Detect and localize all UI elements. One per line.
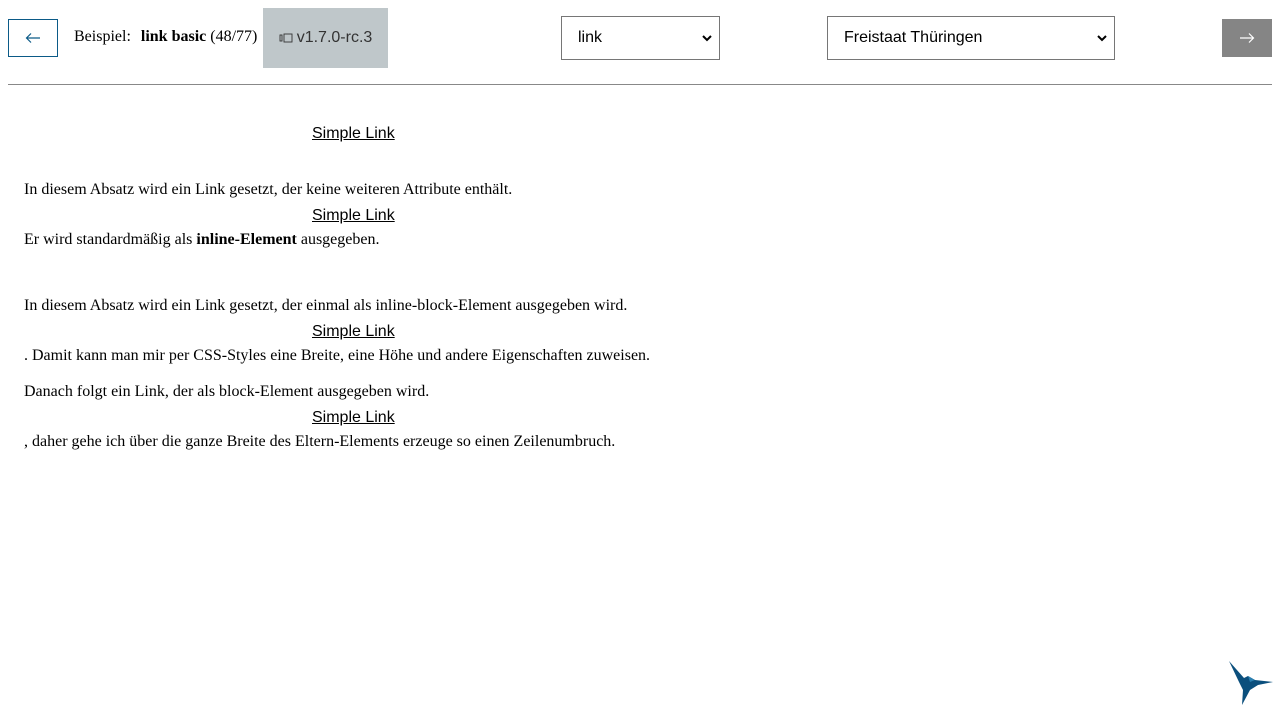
divider — [8, 84, 1272, 85]
paragraph-1-continuation-suffix: ausgegeben. — [296, 231, 380, 248]
chevron-down-icon — [702, 35, 712, 42]
theme-select[interactable]: Freistaat Thüringen — [827, 16, 1115, 60]
paragraph-3-continuation: , daher gehe ich über die ganze Breite d… — [24, 433, 616, 450]
example-name: link basic — [140, 28, 207, 45]
paragraph-1-bold: inline-Element — [196, 231, 297, 248]
arrow-right-icon — [1240, 33, 1255, 43]
simple-link-block[interactable]: Simple Link — [312, 409, 395, 427]
version-badge[interactable]: v1.7.0-rc.3 — [263, 8, 388, 68]
paragraph-2-text: In diesem Absatz wird ein Link gesetzt, … — [24, 297, 628, 314]
previous-example-button[interactable] — [8, 19, 58, 57]
component-select-value: link — [578, 29, 603, 46]
simple-link[interactable]: Simple Link — [312, 125, 395, 143]
paragraph-3-text: Danach folgt ein Link, der als block-Ele… — [24, 383, 430, 400]
example-label: Beispiel: link basic (48/77) — [74, 28, 257, 46]
example-prefix: Beispiel: — [74, 28, 131, 45]
arrow-left-icon — [25, 33, 40, 43]
chevron-down-icon — [1097, 35, 1107, 42]
paragraph-1-text: In diesem Absatz wird ein Link gesetzt, … — [24, 181, 513, 198]
example-count: (48/77) — [210, 28, 258, 45]
toolbar: Beispiel: link basic (48/77) v1.7.0-rc.3… — [0, 0, 1280, 76]
simple-link-inline[interactable]: Simple Link — [312, 207, 395, 225]
hummingbird-logo — [1229, 661, 1273, 705]
component-select[interactable]: link — [561, 16, 720, 60]
paragraph-2-continuation: . Damit kann man mir per CSS-Styles eine… — [24, 347, 651, 364]
theme-select-value: Freistaat Thüringen — [844, 29, 983, 46]
simple-link-inline-block[interactable]: Simple Link — [312, 323, 395, 341]
next-example-button[interactable] — [1222, 19, 1272, 57]
paragraph-1-continuation: Er wird standardmäßig als inline-Element… — [24, 231, 379, 249]
paragraph-1-continuation-prefix: Er wird standardmäßig als — [24, 231, 197, 248]
version-label: v1.7.0-rc.3 — [296, 29, 373, 46]
flip-icon — [279, 32, 293, 44]
